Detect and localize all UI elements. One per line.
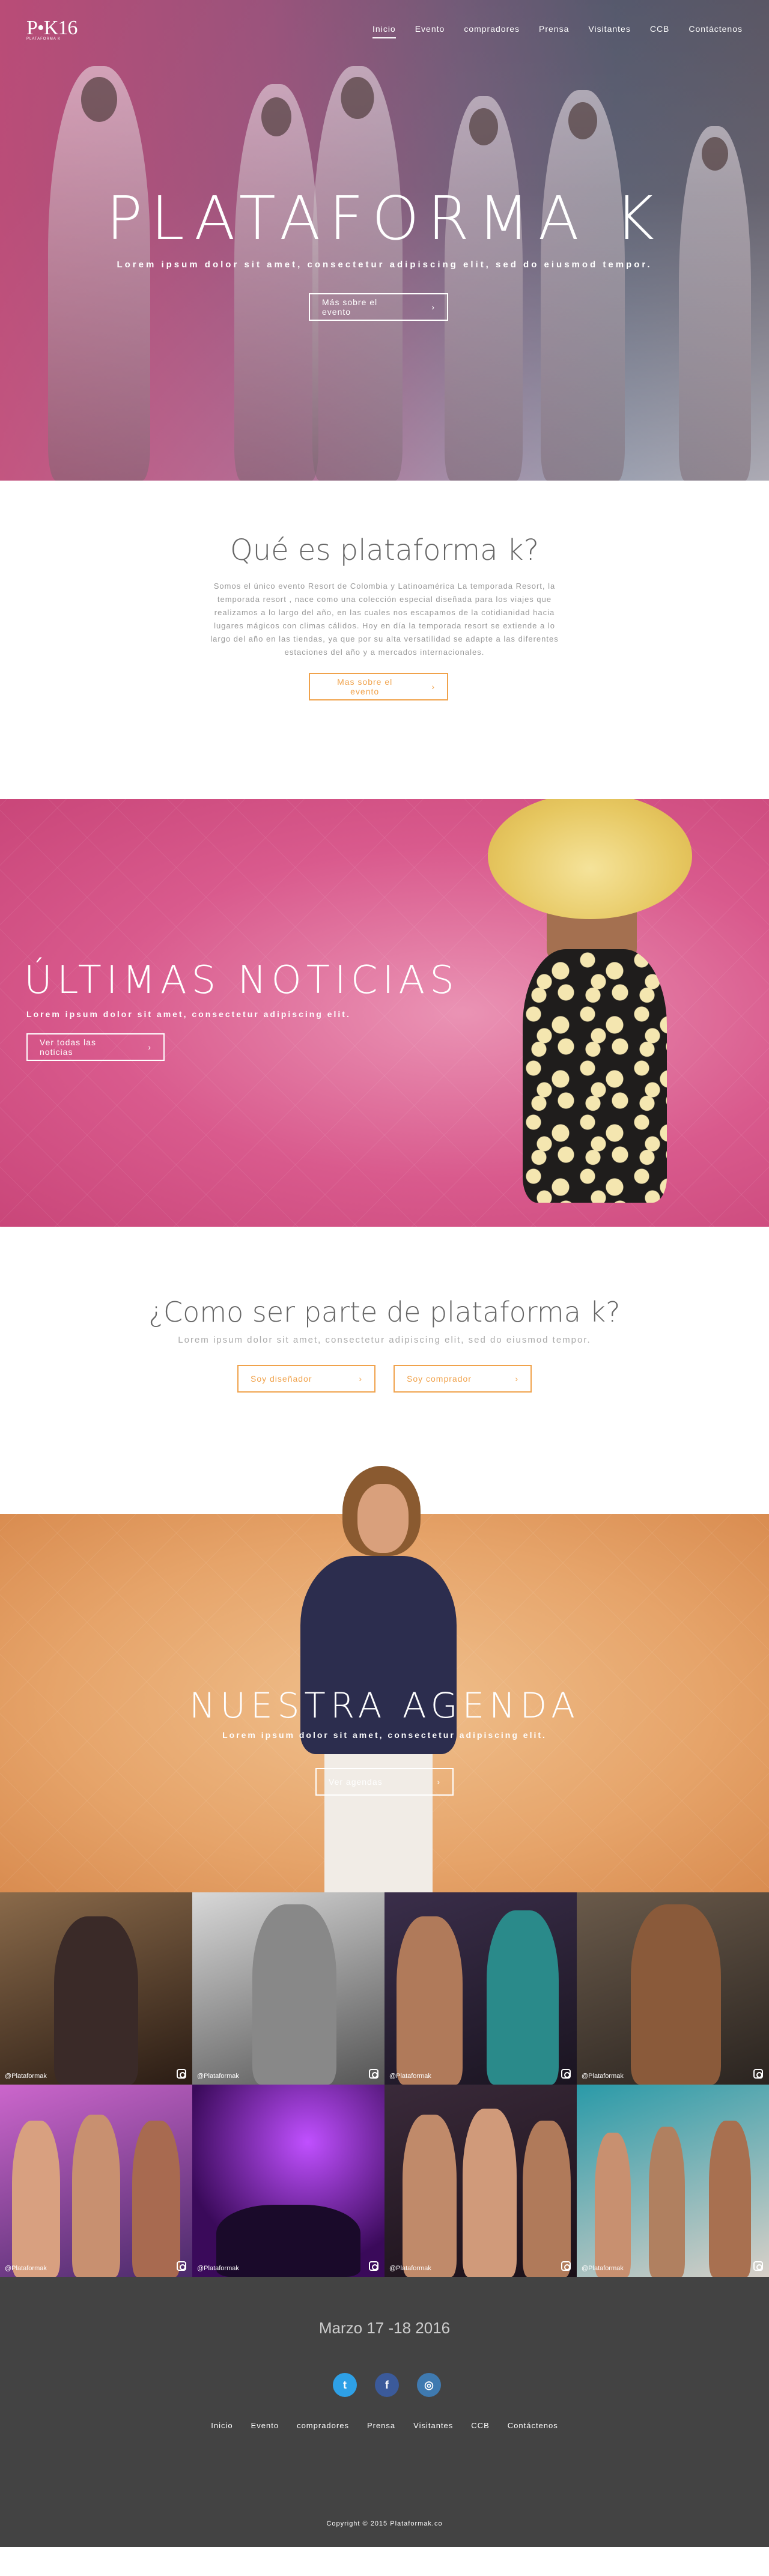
male-model-image <box>282 1466 475 1892</box>
gallery-handle: @Plataformak <box>197 2265 239 2272</box>
gallery-handle: @Plataformak <box>5 2265 47 2272</box>
all-news-button-label: Ver todas las noticias <box>40 1037 96 1057</box>
all-news-button[interactable]: Ver todas las noticias › <box>26 1033 165 1061</box>
nav-item-compradores[interactable]: compradores <box>464 24 520 38</box>
runway-model-image <box>312 66 403 481</box>
about-more-button[interactable]: Mas sobre el evento › <box>309 673 448 700</box>
about-more-button-label: Mas sobre el evento <box>337 677 393 696</box>
instagram-icon <box>369 2069 378 2079</box>
instagram-icon <box>177 2069 186 2079</box>
about-body: Somos el único evento Resort de Colombia… <box>210 582 559 657</box>
about-title: Qué es plataforma k? <box>229 533 540 567</box>
instagram-gallery: @Plataformak @Plataformak @Plataformak @… <box>0 1892 769 2277</box>
instagram-icon <box>753 2069 763 2079</box>
gallery-photo[interactable]: @Plataformak <box>384 2085 577 2277</box>
chevron-right-icon: › <box>431 682 435 691</box>
nav-item-contactenos[interactable]: Contáctenos <box>688 24 743 38</box>
event-date: Marzo 17 -18 2016 <box>318 2319 451 2337</box>
gallery-handle: @Plataformak <box>582 2265 624 2272</box>
news-section: ÚLTIMAS NOTICIAS Lorem ipsum dolor sit a… <box>0 799 769 1227</box>
gallery-photo[interactable]: @Plataformak <box>577 1892 769 2085</box>
chevron-right-icon: › <box>431 302 435 312</box>
hero-more-button[interactable]: Más sobre el evento › <box>309 293 448 321</box>
runway-model-image <box>234 84 318 481</box>
footer-nav-contactenos[interactable]: Contáctenos <box>508 2421 558 2430</box>
chevron-right-icon: › <box>437 1777 440 1787</box>
instagram-icon <box>177 2261 186 2271</box>
hero-title: PLATAFORMA K <box>106 183 663 254</box>
social-links: t f ◎ <box>333 2373 441 2397</box>
gallery-handle: @Plataformak <box>389 2265 431 2272</box>
nav-item-ccb[interactable]: CCB <box>650 24 670 38</box>
nav-item-prensa[interactable]: Prensa <box>539 24 569 38</box>
buyer-button-label: Soy comprador <box>407 1374 472 1384</box>
agenda-title: NUESTRA AGENDA <box>189 1685 580 1726</box>
nav-item-inicio[interactable]: Inicio <box>372 24 396 38</box>
copyright: Copyright © 2015 Plataformak.co <box>326 2520 443 2527</box>
footer-nav: Inicio Evento compradores Prensa Visitan… <box>0 2421 769 2430</box>
chevron-right-icon: › <box>359 1374 362 1384</box>
hero-more-button-label: Más sobre el evento <box>322 297 378 317</box>
gallery-handle: @Plataformak <box>5 2073 47 2080</box>
footer-nav-visitantes[interactable]: Visitantes <box>413 2421 453 2430</box>
gallery-photo[interactable]: @Plataformak <box>192 2085 384 2277</box>
instagram-icon <box>561 2261 571 2271</box>
gallery-handle: @Plataformak <box>197 2073 239 2080</box>
instagram-icon[interactable]: ◎ <box>417 2373 441 2397</box>
hero-section: P•K16 PLATAFORMA K Inicio Evento comprado… <box>0 0 769 481</box>
nav-item-visitantes[interactable]: Visitantes <box>588 24 630 38</box>
instagram-icon <box>369 2261 378 2271</box>
chevron-right-icon: › <box>515 1374 518 1384</box>
gallery-photo[interactable]: @Plataformak <box>384 1892 577 2085</box>
agenda-subtitle: Lorem ipsum dolor sit amet, consectetur … <box>222 1730 547 1740</box>
runway-model-image <box>48 66 150 481</box>
footer-nav-inicio[interactable]: Inicio <box>211 2421 233 2430</box>
join-title: ¿Como ser parte de plataforma k? <box>148 1296 621 1328</box>
gallery-photo[interactable]: @Plataformak <box>0 1892 192 2085</box>
gallery-handle: @Plataformak <box>582 2073 624 2080</box>
designer-button[interactable]: Soy diseñador › <box>237 1365 375 1393</box>
site-logo[interactable]: P•K16 PLATAFORMA K <box>26 17 78 41</box>
footer-nav-compradores[interactable]: compradores <box>297 2421 349 2430</box>
news-title: ÚLTIMAS NOTICIAS <box>24 958 459 1003</box>
join-subtitle: Lorem ipsum dolor sit amet, consectetur … <box>178 1335 591 1345</box>
footer: Marzo 17 -18 2016 t f ◎ Inicio Evento co… <box>0 2277 769 2547</box>
nav-item-evento[interactable]: Evento <box>415 24 445 38</box>
main-nav: Inicio Evento compradores Prensa Visitan… <box>372 24 743 38</box>
agenda-button-label: Ver agendas <box>329 1777 383 1787</box>
news-subtitle: Lorem ipsum dolor sit amet, consectetur … <box>26 1009 351 1019</box>
twitter-icon[interactable]: t <box>333 2373 357 2397</box>
designer-button-label: Soy diseñador <box>251 1374 312 1384</box>
about-section: Qué es plataforma k? Somos el único even… <box>0 481 769 799</box>
gallery-photo[interactable]: @Plataformak <box>192 1892 384 2085</box>
footer-nav-prensa[interactable]: Prensa <box>367 2421 395 2430</box>
instagram-icon <box>753 2261 763 2271</box>
gallery-photo[interactable]: @Plataformak <box>0 2085 192 2277</box>
gallery-photo[interactable]: @Plataformak <box>577 2085 769 2277</box>
hero-subtitle: Lorem ipsum dolor sit amet, consectetur … <box>117 260 652 270</box>
instagram-icon <box>561 2069 571 2079</box>
swimsuit-model-image <box>457 799 721 1227</box>
runway-model-image <box>679 126 751 481</box>
runway-model-image <box>445 96 523 481</box>
facebook-icon[interactable]: f <box>375 2373 399 2397</box>
gallery-handle: @Plataformak <box>389 2073 431 2080</box>
footer-nav-evento[interactable]: Evento <box>251 2421 279 2430</box>
agenda-section: NUESTRA AGENDA Lorem ipsum dolor sit ame… <box>0 1466 769 1892</box>
buyer-button[interactable]: Soy comprador › <box>394 1365 532 1393</box>
runway-model-image <box>541 90 625 481</box>
chevron-right-icon: › <box>148 1042 151 1052</box>
footer-nav-ccb[interactable]: CCB <box>471 2421 489 2430</box>
agenda-button[interactable]: Ver agendas › <box>315 1768 454 1796</box>
